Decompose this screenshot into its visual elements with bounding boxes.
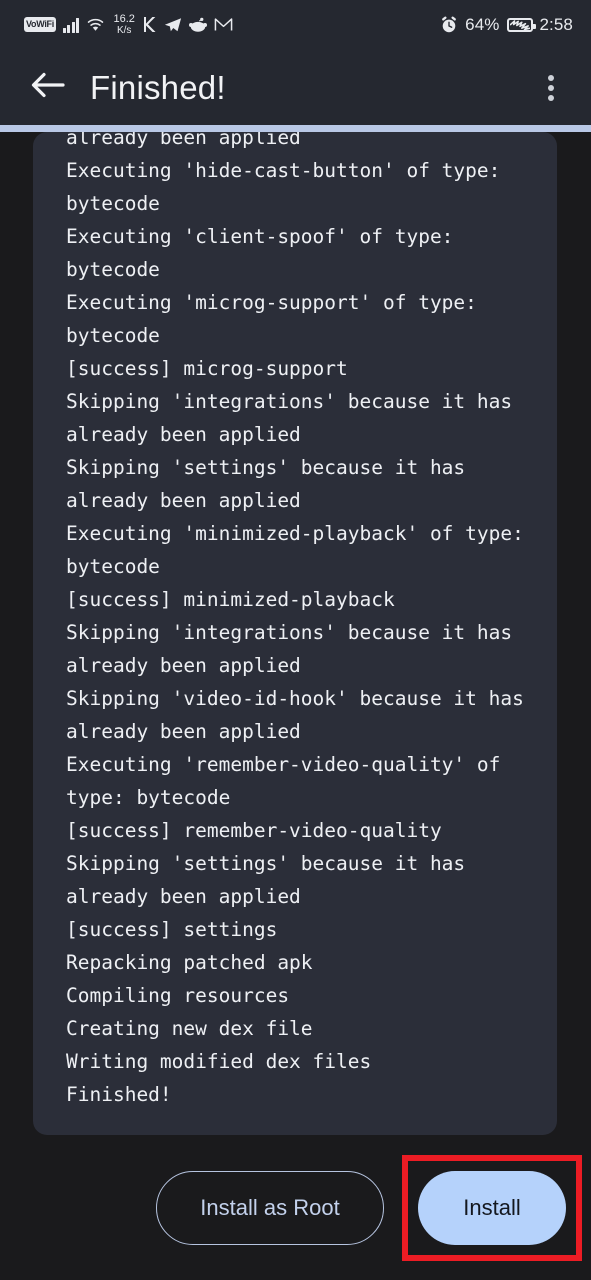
cellular-signal-icon — [62, 17, 80, 33]
network-speed-unit: K/s — [116, 24, 132, 36]
install-button[interactable]: Install — [418, 1171, 566, 1245]
overflow-menu-icon-dot3 — [548, 94, 554, 101]
patch-log-card[interactable]: already been applied Executing 'hide-cas… — [33, 132, 557, 1135]
gmail-icon — [214, 17, 233, 32]
battery-percent-label: 64% — [465, 15, 500, 34]
wifi-icon — [86, 17, 105, 33]
action-button-row: Install as Root Install — [0, 1171, 591, 1245]
alarm-clock-icon — [440, 16, 458, 34]
kotlin-icon — [142, 16, 157, 33]
clock-label: 2:58 — [539, 15, 573, 34]
back-button[interactable] — [26, 66, 70, 110]
app-bar: Finished! — [0, 50, 591, 125]
telegram-icon — [164, 17, 182, 33]
patch-log-text: already been applied Executing 'hide-cas… — [66, 132, 524, 1106]
status-bar-left: VoWiFi 16.2 K/s — [24, 12, 440, 36]
progress-bar — [0, 125, 591, 132]
app-root: VoWiFi 16.2 K/s 64% 2:58 Finished! alrea… — [0, 0, 591, 1280]
back-arrow-icon — [30, 70, 66, 105]
reddit-icon — [188, 17, 207, 33]
overflow-menu-icon-dot2 — [548, 84, 554, 91]
status-bar: VoWiFi 16.2 K/s 64% 2:58 — [0, 0, 591, 50]
battery-saver-icon — [506, 18, 536, 32]
progress-bar-fill — [0, 125, 591, 132]
install-as-root-button[interactable]: Install as Root — [156, 1171, 384, 1245]
overflow-menu-icon — [548, 74, 554, 81]
overflow-menu-button[interactable] — [531, 66, 571, 110]
status-bar-right: 64% 2:58 — [440, 15, 573, 35]
network-speed-value: 16.2 — [113, 12, 135, 25]
page-title: Finished! — [90, 68, 226, 106]
network-speed-indicator: 16.2 K/s — [113, 12, 135, 36]
vowifi-icon: VoWiFi — [24, 17, 56, 33]
